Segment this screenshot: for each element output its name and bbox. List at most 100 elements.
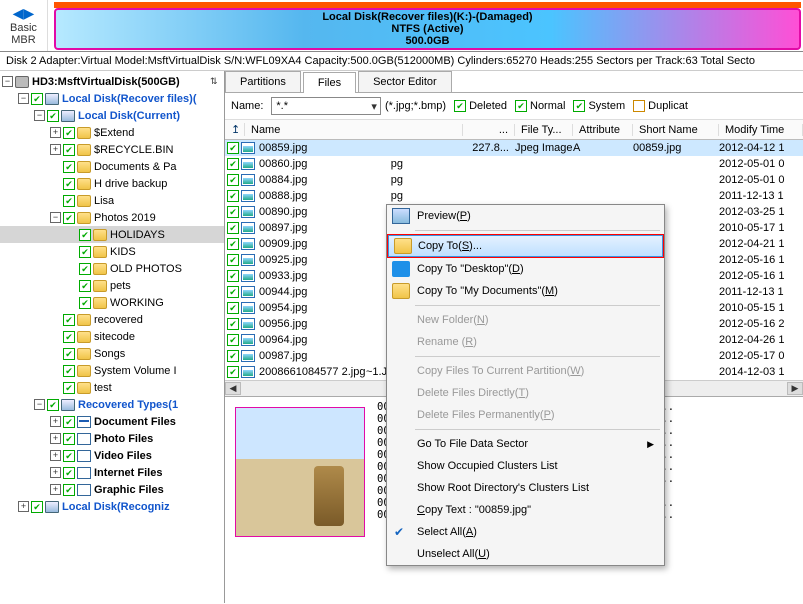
tree-working[interactable]: WORKING	[110, 297, 164, 309]
menu-unselect-all[interactable]: Unselect All(U)	[387, 543, 664, 565]
file-name: 00888.jpg	[259, 190, 719, 202]
menu-show-root-clusters[interactable]: Show Root Directory's Clusters List	[387, 477, 664, 499]
modify-time: 2012-05-16 1	[719, 270, 803, 282]
row-checkbox[interactable]: ✔	[227, 142, 239, 154]
disk-banner[interactable]: Local Disk(Recover files)(K:)-(Damaged) …	[54, 2, 801, 49]
collapse-icon[interactable]: −	[2, 76, 13, 87]
tree-video-files[interactable]: Video Files	[94, 450, 152, 462]
tree-panel[interactable]: −HD3:MsftVirtualDisk(500GB)⇅ −✔Local Dis…	[0, 71, 225, 603]
tree-part-recogniz[interactable]: Local Disk(Recogniz	[62, 501, 170, 513]
file-row[interactable]: ✔00884.jpgpg2012-05-01 0	[225, 172, 803, 188]
menu-select-all[interactable]: ✔Select All(A)	[387, 521, 664, 543]
tree-graphic-files[interactable]: Graphic Files	[94, 484, 164, 496]
menu-preview[interactable]: Preview(P)	[387, 205, 664, 227]
modify-time: 2010-05-17 1	[719, 222, 803, 234]
jpg-icon	[241, 222, 255, 234]
normal-checkbox[interactable]	[515, 100, 527, 112]
row-checkbox[interactable]: ✔	[227, 286, 239, 298]
tree-recovered-types[interactable]: Recovered Types(1	[78, 399, 178, 411]
tree-doc-files[interactable]: Document Files	[94, 416, 176, 428]
file-row[interactable]: ✔00859.jpg227.8...Jpeg ImageA00859.jpg20…	[225, 140, 803, 156]
row-checkbox[interactable]: ✔	[227, 222, 239, 234]
tree-recovered[interactable]: recovered	[94, 314, 143, 326]
tree-recycle[interactable]: $RECYCLE.BIN	[94, 144, 173, 156]
modify-time: 2012-03-25 1	[719, 206, 803, 218]
jpg-icon	[241, 302, 255, 314]
jpg-icon	[241, 206, 255, 218]
row-checkbox[interactable]: ✔	[227, 334, 239, 346]
tree-hdrive[interactable]: H drive backup	[94, 178, 167, 190]
jpg-icon	[241, 318, 255, 330]
row-checkbox[interactable]: ✔	[227, 366, 239, 378]
name-filter-input[interactable]	[271, 97, 381, 115]
file-row[interactable]: ✔00860.jpgpg2012-05-01 0	[225, 156, 803, 172]
menu-go-file-data-sector[interactable]: Go To File Data Sector▶	[387, 433, 664, 455]
column-headers[interactable]: ↥ Name ... File Ty... Attribute Short Na…	[225, 120, 803, 140]
jpg-icon	[241, 158, 255, 170]
row-checkbox[interactable]: ✔	[227, 270, 239, 282]
row-checkbox[interactable]: ✔	[227, 158, 239, 170]
row-checkbox[interactable]: ✔	[227, 238, 239, 250]
row-checkbox[interactable]: ✔	[227, 302, 239, 314]
filter-types: (*.jpg;*.bmp)	[385, 100, 446, 112]
tree-svi[interactable]: System Volume I	[94, 365, 177, 377]
chevron-down-icon[interactable]: ▾	[371, 100, 377, 113]
tree-internet-files[interactable]: Internet Files	[94, 467, 162, 479]
row-checkbox[interactable]: ✔	[227, 318, 239, 330]
tree-part-current[interactable]: Local Disk(Current)	[78, 110, 180, 122]
tab-partitions[interactable]: Partitions	[225, 71, 301, 92]
menu-show-occupied[interactable]: Show Occupied Clusters List	[387, 455, 664, 477]
tree-sitecode[interactable]: sitecode	[94, 331, 135, 343]
tree-extend[interactable]: $Extend	[94, 127, 134, 139]
system-checkbox[interactable]	[573, 100, 585, 112]
menu-copy-to[interactable]: Copy To(S)...	[388, 235, 663, 257]
banner-fs: NTFS (Active)	[391, 23, 463, 35]
up-arrow-icon: ↥	[225, 123, 245, 136]
tree-kids[interactable]: KIDS	[110, 246, 136, 258]
deleted-checkbox[interactable]	[454, 100, 466, 112]
file-name: 00860.jpg	[259, 158, 719, 170]
status-bar: Disk 2 Adapter:Virtual Model:MsftVirtual…	[0, 52, 803, 71]
duplicate-checkbox[interactable]	[633, 100, 645, 112]
modify-time: 2010-05-15 1	[719, 302, 803, 314]
tab-files[interactable]: Files	[303, 72, 356, 93]
menu-copy-mydocs[interactable]: Copy To "My Documents"(M)	[387, 280, 664, 302]
jpg-icon	[241, 238, 255, 250]
tree-oldphotos[interactable]: OLD PHOTOS	[110, 263, 182, 275]
tree-pets[interactable]: pets	[110, 280, 131, 292]
tree-holidays[interactable]: HOLIDAYS	[110, 229, 165, 241]
modify-time: 2012-05-16 2	[719, 318, 803, 330]
menu-copy-text[interactable]: Copy Text : "00859.jpg"	[387, 499, 664, 521]
layout-switch[interactable]: ◀▶ BasicMBR	[0, 0, 48, 51]
tree-lisa[interactable]: Lisa	[94, 195, 114, 207]
tree-photo-files[interactable]: Photo Files	[94, 433, 153, 445]
preview-thumbnail	[225, 397, 375, 603]
row-checkbox[interactable]: ✔	[227, 190, 239, 202]
row-checkbox[interactable]: ✔	[227, 350, 239, 362]
jpg-icon	[241, 190, 255, 202]
row-checkbox[interactable]: ✔	[227, 206, 239, 218]
menu-copy-current-partition: Copy Files To Current Partition(W)	[387, 360, 664, 382]
tree-songs[interactable]: Songs	[94, 348, 125, 360]
tree-photos[interactable]: Photos 2019	[94, 212, 156, 224]
jpg-icon	[241, 254, 255, 266]
tree-test[interactable]: test	[94, 382, 112, 394]
banner-size: 500.0GB	[405, 35, 449, 47]
menu-delete-directly: Delete Files Directly(T)	[387, 382, 664, 404]
folder-icon	[392, 283, 410, 299]
modify-time: 2012-04-21 1	[719, 238, 803, 250]
tree-part-recover[interactable]: Local Disk(Recover files)(	[62, 93, 197, 105]
jpg-icon	[241, 142, 255, 154]
context-menu: Preview(P) Copy To(S)... Copy To "Deskto…	[386, 204, 665, 566]
picture-icon	[392, 208, 410, 224]
menu-copy-desktop[interactable]: Copy To "Desktop"(D)	[387, 258, 664, 280]
jpg-icon	[241, 270, 255, 282]
row-checkbox[interactable]: ✔	[227, 254, 239, 266]
file-row[interactable]: ✔00888.jpgpg2011-12-13 1	[225, 188, 803, 204]
jpg-icon	[241, 286, 255, 298]
tree-disk[interactable]: HD3:MsftVirtualDisk(500GB)	[32, 76, 180, 88]
tree-docs[interactable]: Documents & Pa	[94, 161, 177, 173]
nav-arrows-icon: ◀▶	[13, 5, 35, 22]
tab-sector-editor[interactable]: Sector Editor	[358, 71, 452, 92]
row-checkbox[interactable]: ✔	[227, 174, 239, 186]
